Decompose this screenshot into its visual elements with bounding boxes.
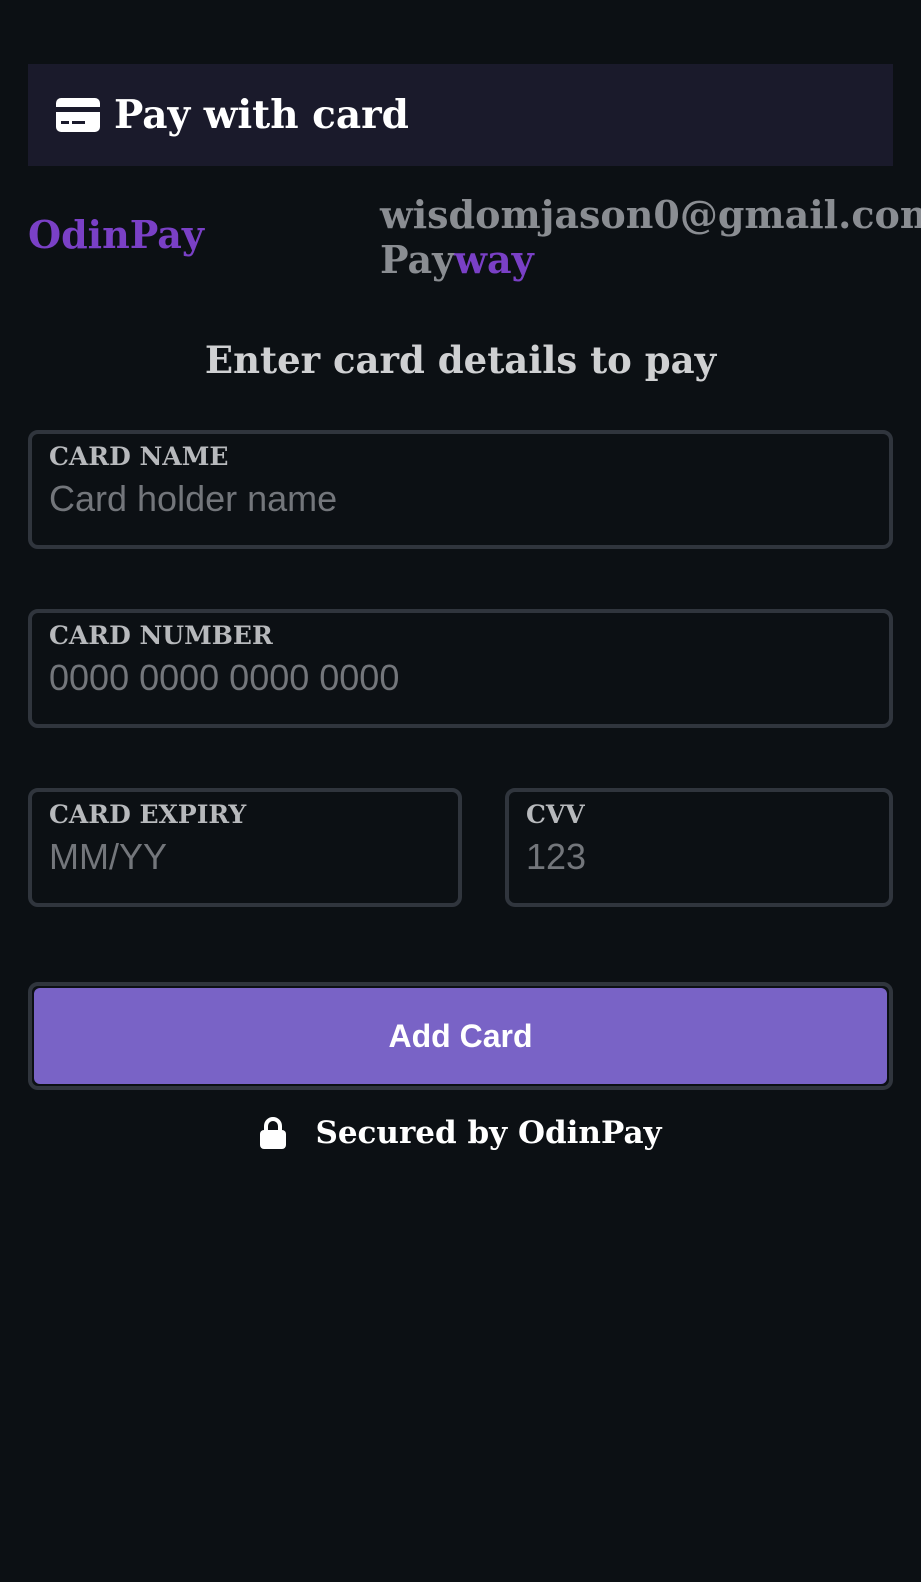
cvv-input[interactable]: [526, 836, 871, 878]
form-heading: Enter card details to pay: [204, 338, 717, 382]
secured-by-note: Secured by OdinPay: [0, 1115, 921, 1151]
header-title: Pay with card: [114, 92, 409, 138]
payment-header: Pay with card: [28, 64, 893, 166]
card-name-input[interactable]: [49, 478, 847, 520]
brand-name: OdinPay: [28, 212, 204, 257]
card-name-field: CARD NAME: [28, 430, 893, 549]
card-name-label: CARD NAME: [49, 442, 229, 471]
account-info: wisdomjason0@gmail.com Payway: [380, 192, 921, 282]
card-number-label: CARD NUMBER: [49, 621, 273, 650]
card-expiry-label: CARD EXPIRY: [49, 800, 247, 829]
lock-icon: [260, 1117, 287, 1149]
add-card-button-frame: Add Card: [28, 982, 893, 1090]
merchant-name-suffix: way: [454, 237, 534, 282]
cvv-field: CVV: [505, 788, 893, 907]
card-number-input[interactable]: [49, 657, 847, 699]
cvv-label: CVV: [526, 800, 585, 829]
merchant-name-prefix: Pay: [380, 237, 455, 282]
card-expiry-field: CARD EXPIRY: [28, 788, 462, 907]
card-number-field: CARD NUMBER: [28, 609, 893, 728]
card-expiry-input[interactable]: [49, 836, 438, 878]
add-card-button[interactable]: Add Card: [34, 988, 887, 1084]
account-email: wisdomjason0@gmail.com: [380, 192, 921, 237]
secured-by-text: Secured by OdinPay: [315, 1115, 662, 1151]
merchant-name: Payway: [380, 237, 921, 282]
credit-card-icon: [56, 98, 100, 132]
